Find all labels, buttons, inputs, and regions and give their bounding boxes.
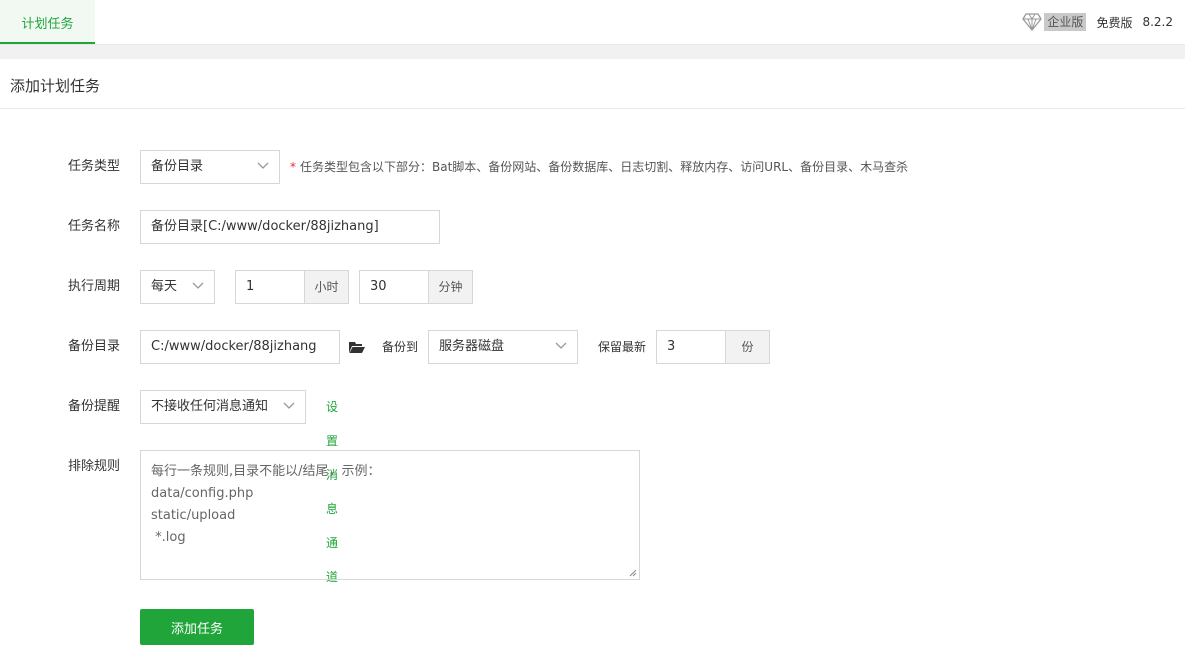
notify-value: 不接收任何消息通知 <box>151 399 269 414</box>
header-right: 企业版 免费版 8.2.2 <box>1022 0 1173 44</box>
backup-dir-label: 备份目录 <box>68 339 121 354</box>
period-cycle-value: 每天 <box>151 279 178 294</box>
tab-scheduled-tasks[interactable]: 计划任务 <box>0 0 95 44</box>
period-label: 执行周期 <box>68 279 121 294</box>
task-type-select[interactable]: 备份目录 <box>140 150 280 184</box>
page-title: 添加计划任务 <box>10 77 101 95</box>
header-gap <box>0 45 1185 59</box>
backup-path-input[interactable]: C:/www/docker/88jizhang <box>140 330 340 364</box>
chevron-down-icon <box>192 282 204 289</box>
hour-unit: 小时 <box>304 270 349 304</box>
keep-count-input[interactable]: 3 <box>656 330 726 364</box>
enterprise-label: 企业版 <box>1044 13 1087 31</box>
resize-handle-icon[interactable] <box>629 569 637 577</box>
exclude-label: 排除规则 <box>68 459 121 474</box>
version-label: 8.2.2 <box>1142 15 1173 29</box>
backup-to-select[interactable]: 服务器磁盘 <box>428 330 578 364</box>
keep-unit: 份 <box>725 330 770 364</box>
enterprise-badge[interactable]: 企业版 <box>1022 13 1087 31</box>
task-name-label: 任务名称 <box>68 219 121 234</box>
exclude-line: *.log <box>151 530 186 545</box>
add-task-button[interactable]: 添加任务 <box>140 609 254 645</box>
keep-latest-label: 保留最新 <box>598 340 647 354</box>
minute-unit: 分钟 <box>428 270 473 304</box>
backup-to-value: 服务器磁盘 <box>439 339 505 354</box>
task-name-input[interactable]: 备份目录[C:/www/docker/88jizhang] <box>140 210 440 244</box>
exclude-line: 每行一条规则,目录不能以/结尾，示例： <box>151 464 381 479</box>
page-header: 添加计划任务 <box>0 59 1185 109</box>
task-type-hint: * 任务类型包含以下部分：Bat脚本、备份网站、备份数据库、日志切割、释放内存、访… <box>290 150 908 184</box>
notify-select[interactable]: 不接收任何消息通知 <box>140 390 306 424</box>
notify-label: 备份提醒 <box>68 399 121 414</box>
top-bar: 计划任务 企业版 免费版 8.2.2 <box>0 0 1185 45</box>
exclude-rules-textarea[interactable]: 每行一条规则,目录不能以/结尾，示例： data/config.php stat… <box>140 450 640 580</box>
free-edition-label[interactable]: 免费版 <box>1096 14 1132 31</box>
required-star: * <box>290 160 296 174</box>
chevron-down-icon <box>257 162 269 169</box>
diamond-icon <box>1022 13 1043 31</box>
period-cycle-select[interactable]: 每天 <box>140 270 215 304</box>
hour-input[interactable]: 1 <box>235 270 305 304</box>
folder-open-icon[interactable] <box>349 341 365 354</box>
chevron-down-icon <box>555 342 567 349</box>
chevron-down-icon <box>283 402 295 409</box>
minute-input[interactable]: 30 <box>359 270 429 304</box>
exclude-line: data/config.php <box>151 486 254 501</box>
task-type-value: 备份目录 <box>151 159 204 174</box>
exclude-line: static/upload <box>151 508 236 523</box>
backup-to-label: 备份到 <box>382 340 419 354</box>
task-type-label: 任务类型 <box>68 159 121 174</box>
task-type-hint-text: 任务类型包含以下部分：Bat脚本、备份网站、备份数据库、日志切割、释放内存、访问… <box>300 160 909 174</box>
